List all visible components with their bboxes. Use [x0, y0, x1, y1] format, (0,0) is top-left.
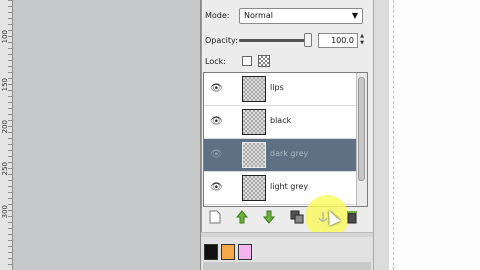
swatch-orange[interactable] [221, 244, 235, 260]
spin-up-icon[interactable]: ▲ [358, 33, 366, 40]
layer-thumbnail [242, 142, 266, 168]
image-canvas[interactable] [13, 0, 193, 270]
dock-edge [373, 0, 390, 270]
ruler-label: 250 [1, 162, 9, 176]
mode-label: Mode: [205, 11, 230, 20]
mode-select[interactable]: Normal ▼ [239, 8, 363, 24]
background-area [389, 0, 480, 270]
chevron-down-icon: ▼ [351, 11, 358, 20]
layer-thumbnail [242, 109, 266, 135]
delete-layer-icon[interactable] [344, 210, 360, 226]
opacity-spinner[interactable]: ▲ ▼ [358, 33, 366, 48]
spin-down-icon[interactable]: ▼ [358, 40, 366, 47]
bottom-strip [203, 262, 371, 270]
ruler-label: 100 [1, 30, 9, 44]
opacity-slider-handle[interactable] [304, 33, 312, 47]
new-layer-icon[interactable] [207, 210, 223, 226]
ruler-label: 200 [1, 120, 9, 134]
layer-thumbnail [242, 175, 266, 201]
vertical-ruler: 100 150 200 250 300 [0, 0, 13, 270]
scrollbar-thumb[interactable] [358, 77, 365, 181]
lock-pixels-checkbox[interactable] [242, 56, 252, 66]
swatch-black[interactable] [204, 244, 218, 260]
layer-thumbnail [242, 76, 266, 102]
layer-row[interactable]: 👁 black [204, 106, 356, 139]
layer-row[interactable]: 👁 lips [204, 73, 356, 106]
opacity-label: Opacity: [205, 36, 238, 45]
eye-icon[interactable]: 👁 [210, 149, 223, 160]
raise-layer-icon[interactable] [234, 210, 250, 226]
layer-name: light grey [270, 182, 309, 191]
swatch-pink[interactable] [238, 244, 252, 260]
lower-layer-icon[interactable] [261, 210, 277, 226]
layer-name: dark grey [270, 149, 309, 158]
opacity-slider[interactable] [239, 39, 311, 42]
layers-list: 👁 lips 👁 black 👁 dark grey 👁 light grey [203, 72, 368, 207]
ruler-label: 150 [1, 78, 9, 92]
opacity-slider-fill [239, 39, 311, 42]
lock-label: Lock: [205, 57, 226, 66]
mode-value: Normal [244, 11, 273, 20]
duplicate-layer-icon[interactable] [289, 210, 305, 226]
layers-toolbar [203, 207, 366, 229]
canvas-scrollbar[interactable] [193, 0, 201, 270]
layer-name: black [270, 116, 292, 125]
layer-name: lips [270, 83, 284, 92]
lock-alpha-icon[interactable] [258, 55, 270, 67]
eye-icon[interactable]: 👁 [210, 182, 223, 193]
eye-icon[interactable]: 👁 [210, 83, 223, 94]
opacity-input[interactable]: 100.0 [318, 33, 358, 48]
eye-icon[interactable]: 👁 [210, 116, 223, 127]
layer-row-selected[interactable]: 👁 dark grey [204, 139, 356, 172]
layers-scrollbar[interactable] [356, 73, 367, 206]
ruler-label: 300 [1, 205, 9, 219]
